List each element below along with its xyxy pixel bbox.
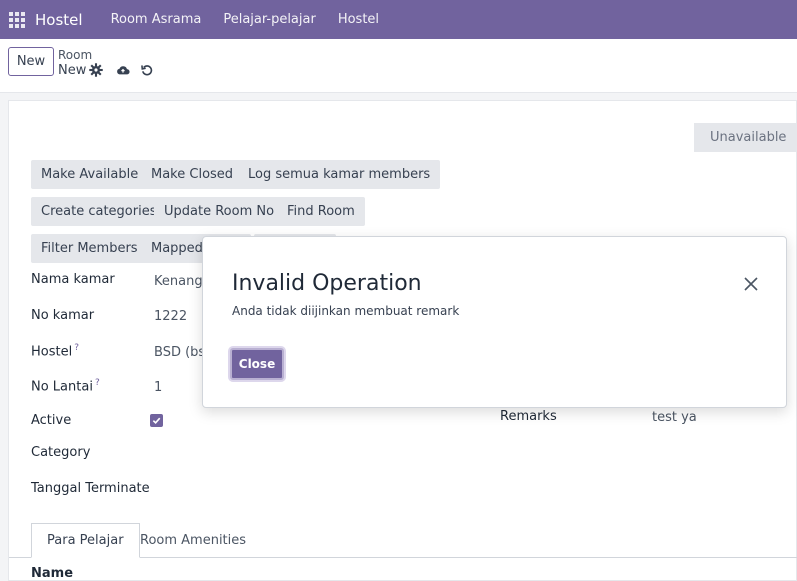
dialog-message: Anda tidak diijinkan membuat remark <box>232 304 460 318</box>
dialog-title: Invalid Operation <box>232 271 422 296</box>
close-button[interactable]: Close <box>230 348 284 380</box>
invalid-operation-dialog: Invalid Operation Anda tidak diijinkan m… <box>202 236 787 408</box>
close-icon[interactable] <box>742 275 760 293</box>
